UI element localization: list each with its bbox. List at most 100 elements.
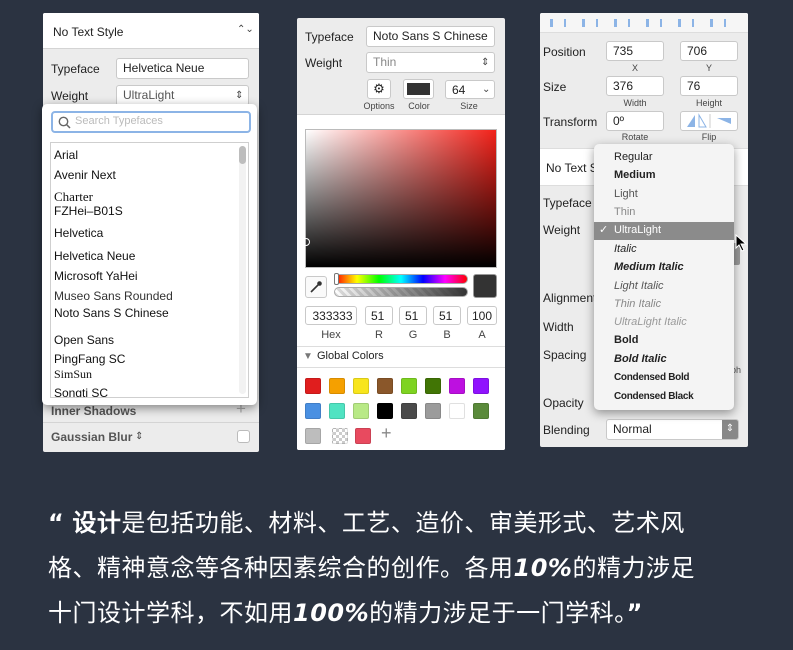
menu-item-weight[interactable]: Condensed Black xyxy=(614,391,694,402)
font-item[interactable]: Avenir Next xyxy=(54,168,116,182)
blending-select[interactable]: Normal ⇕ xyxy=(606,419,739,440)
g-input[interactable]: 51 xyxy=(399,306,427,325)
global-colors-label[interactable]: Global Colors xyxy=(317,350,384,362)
menu-item-weight[interactable]: Medium Italic xyxy=(614,261,684,273)
mouse-cursor-icon xyxy=(735,234,747,252)
color-swatch[interactable] xyxy=(449,403,465,419)
gaussian-blur-label[interactable]: Gaussian Blur xyxy=(51,430,132,444)
alpha-slider[interactable] xyxy=(334,287,468,297)
typeface-input[interactable]: Helvetica Neue xyxy=(116,58,249,79)
color-swatch[interactable] xyxy=(305,403,321,419)
color-cursor[interactable] xyxy=(302,238,310,246)
color-swatch[interactable] xyxy=(473,378,489,394)
menu-item-weight[interactable]: UltraLight Italic xyxy=(614,316,687,328)
color-swatch[interactable] xyxy=(329,403,345,419)
color-swatch[interactable] xyxy=(305,378,321,394)
menu-item-weight[interactable]: Thin xyxy=(614,206,635,218)
width-label-text: Width xyxy=(543,320,574,334)
divider xyxy=(297,346,505,347)
menu-item-weight[interactable]: Light xyxy=(614,188,638,200)
y-label: Y xyxy=(705,63,712,73)
font-item[interactable]: Helvetica xyxy=(54,226,103,240)
hex-input[interactable]: 333333 xyxy=(305,306,357,325)
a-input[interactable]: 100 xyxy=(467,306,497,325)
menu-item-selected[interactable]: ✓ UltraLight xyxy=(594,222,734,240)
eyedropper-icon[interactable] xyxy=(305,276,327,298)
color-swatch[interactable] xyxy=(305,428,321,444)
menu-item-weight[interactable]: Thin Italic xyxy=(614,298,661,310)
text-style-selector[interactable]: No Text Style ⌃⌄ xyxy=(43,13,259,49)
color-swatch[interactable] xyxy=(425,378,441,394)
color-swatch[interactable] xyxy=(449,378,465,394)
typeface-input[interactable]: Noto Sans S Chinese xyxy=(366,26,495,47)
font-item[interactable]: Open Sans xyxy=(54,333,114,347)
add-color-icon[interactable]: + xyxy=(381,423,392,444)
search-typefaces-input[interactable]: Search Typefaces xyxy=(51,111,251,133)
menu-item-weight[interactable]: Italic xyxy=(614,243,637,255)
weight-select[interactable]: UltraLight ⇕ xyxy=(116,85,249,106)
color-swatch[interactable] xyxy=(401,378,417,394)
menu-item-weight[interactable]: Light Italic xyxy=(614,280,664,292)
font-item[interactable]: Charter xyxy=(54,189,93,205)
font-item[interactable]: Arial xyxy=(54,148,78,162)
search-icon xyxy=(58,116,71,129)
blur-checkbox[interactable] xyxy=(237,430,250,443)
menu-item-weight[interactable]: Medium xyxy=(614,169,656,181)
weight-label: Weight xyxy=(543,223,581,237)
color-swatch[interactable] xyxy=(355,428,371,444)
flip-control[interactable] xyxy=(680,111,738,131)
color-swatch[interactable] xyxy=(473,403,489,419)
disclosure-triangle-icon[interactable]: ▼ xyxy=(303,351,313,362)
b-input[interactable]: 51 xyxy=(433,306,461,325)
pos-x-input[interactable]: 735 xyxy=(606,41,664,61)
saturation-brightness-field[interactable] xyxy=(302,129,497,268)
font-item[interactable]: Noto Sans S Chinese xyxy=(54,306,169,320)
color-swatch[interactable] xyxy=(425,403,441,419)
font-item[interactable]: SimSun xyxy=(54,367,92,382)
g-label: G xyxy=(408,329,418,341)
size-input[interactable]: 64 ⌄ xyxy=(445,80,495,99)
height-input[interactable]: 76 xyxy=(680,76,738,96)
font-item[interactable]: Songti SC xyxy=(54,386,108,397)
weight-value: Thin xyxy=(373,55,397,69)
align-icons[interactable] xyxy=(550,19,740,27)
font-item[interactable]: Microsoft YaHei xyxy=(54,269,138,283)
font-item[interactable]: Museo Sans Rounded xyxy=(54,289,173,303)
menu-item-weight[interactable]: Regular xyxy=(614,151,653,163)
x-label: X xyxy=(631,63,638,73)
hue-slider[interactable] xyxy=(334,273,468,285)
quote-line-3: 十门设计学科，不如用100%的精力涉足于一门学科。” xyxy=(48,593,643,628)
color-swatch[interactable] xyxy=(353,403,369,419)
menu-item-weight[interactable]: Bold xyxy=(614,334,638,346)
gear-icon[interactable]: ⚙ xyxy=(367,79,391,99)
transparent-swatch[interactable] xyxy=(332,428,348,444)
weight-label: Weight xyxy=(51,89,89,103)
color-swatch[interactable] xyxy=(377,403,393,419)
menu-item-weight[interactable]: Condensed Bold xyxy=(614,372,690,383)
color-swatch[interactable] xyxy=(329,378,345,394)
font-item[interactable]: FZHei–B01S xyxy=(54,204,123,218)
r-input[interactable]: 51 xyxy=(365,306,393,325)
weight-label: Weight xyxy=(305,56,343,70)
scrollbar-thumb[interactable] xyxy=(239,146,246,164)
font-item[interactable]: PingFang SC xyxy=(54,352,125,366)
width-input[interactable]: 376 xyxy=(606,76,664,96)
font-item[interactable]: Helvetica Neue xyxy=(54,249,135,263)
menu-item-weight[interactable]: Bold Italic xyxy=(614,353,667,365)
transform-label: Transform xyxy=(543,115,598,129)
scrollbar-track[interactable] xyxy=(239,146,246,394)
color-swatch[interactable] xyxy=(353,378,369,394)
rotate-input[interactable]: 0º xyxy=(606,111,664,131)
font-list: Arial Avenir Next Charter FZHei–B01S Hel… xyxy=(50,142,249,398)
quote-text: 格、精神意念等各种因素综合的创作。各用 xyxy=(48,554,514,582)
color-well[interactable] xyxy=(403,79,434,99)
color-swatch[interactable] xyxy=(401,403,417,419)
weight-select[interactable]: Thin ⇕ xyxy=(366,52,495,73)
color-label: Color xyxy=(408,101,430,111)
pos-y-input[interactable]: 706 xyxy=(680,41,738,61)
hue-knob[interactable] xyxy=(334,273,339,285)
position-label: Position xyxy=(543,45,586,59)
color-swatch[interactable] xyxy=(377,378,393,394)
hex-label: Hex xyxy=(321,329,341,341)
weight-value: UltraLight xyxy=(123,88,175,102)
